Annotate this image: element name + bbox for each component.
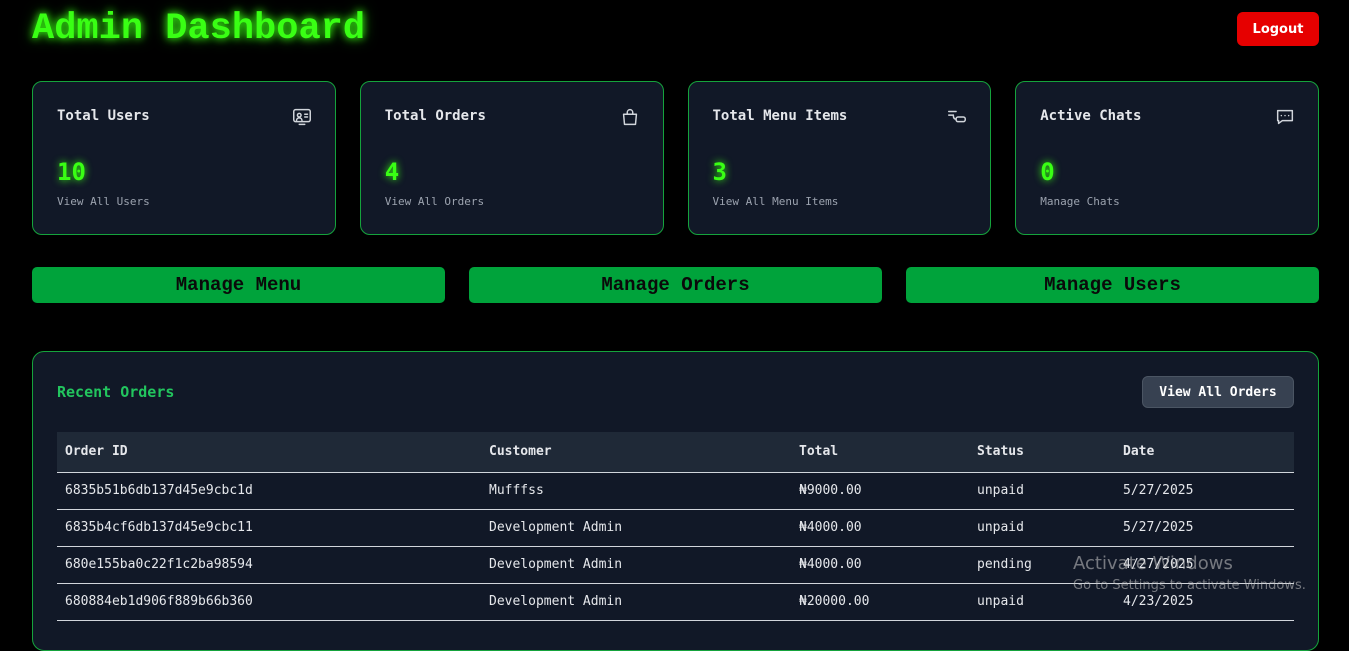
order-id-cell: 6835b51b6db137d45e9cbc1d — [57, 472, 481, 510]
chat-icon — [1274, 106, 1296, 128]
total-cell: ₦20000.00 — [791, 583, 969, 621]
customer-cell: Development Admin — [481, 509, 791, 547]
users-screen-icon — [291, 106, 313, 128]
column-header-status: Status — [969, 432, 1115, 473]
status-cell: unpaid — [969, 509, 1115, 547]
logout-button[interactable]: Logout — [1237, 12, 1319, 46]
column-header-date: Date — [1115, 432, 1294, 473]
customer-cell: Development Admin — [481, 546, 791, 584]
table-row[interactable]: 680e155ba0c22f1c2ba98594 Development Adm… — [57, 546, 1294, 584]
manage-users-button[interactable]: Manage Users — [906, 267, 1319, 303]
stat-card-value: 4 — [384, 158, 400, 186]
view-all-menu-items-link[interactable]: View All Menu Items — [713, 195, 839, 208]
column-header-order-id: Order ID — [57, 432, 481, 473]
shopping-bag-icon — [619, 106, 641, 128]
stat-card-label: Total Menu Items — [712, 108, 848, 124]
stat-card-label: Active Chats — [1040, 108, 1142, 124]
date-cell: 4/23/2025 — [1115, 583, 1294, 621]
table-row[interactable]: 6835b51b6db137d45e9cbc1d Mufffss ₦9000.0… — [57, 472, 1294, 510]
total-cell: ₦4000.00 — [791, 546, 969, 584]
recent-orders-panel: Recent Orders View All Orders Order ID C… — [32, 351, 1319, 651]
stats-cards: Total Users 10 View All Users Total Orde… — [32, 81, 1319, 235]
stat-card-total-menu-items: Total Menu Items 3 View All Menu Items — [687, 81, 992, 235]
status-cell: pending — [969, 546, 1115, 584]
date-cell: 4/27/2025 — [1115, 546, 1294, 584]
stat-card-total-users: Total Users 10 View All Users — [32, 81, 336, 235]
column-header-customer: Customer — [481, 432, 791, 473]
menu-items-icon — [946, 106, 968, 128]
order-id-cell: 6835b4cf6db137d45e9cbc11 — [57, 509, 481, 547]
date-cell: 5/27/2025 — [1115, 509, 1294, 547]
view-all-orders-button[interactable]: View All Orders — [1142, 376, 1294, 408]
manage-chats-link[interactable]: Manage Chats — [1040, 195, 1119, 208]
order-id-cell: 680884eb1d906f889b66b360 — [57, 583, 481, 621]
status-cell: unpaid — [969, 583, 1115, 621]
view-all-orders-link[interactable]: View All Orders — [385, 195, 484, 208]
orders-table: Order ID Customer Total Status Date 6835… — [57, 432, 1294, 621]
header: Admin Dashboard Logout — [32, 8, 1319, 52]
manage-menu-button[interactable]: Manage Menu — [32, 267, 445, 303]
view-all-users-link[interactable]: View All Users — [57, 195, 150, 208]
date-cell: 5/27/2025 — [1115, 472, 1294, 510]
order-id-cell: 680e155ba0c22f1c2ba98594 — [57, 546, 481, 584]
stat-card-value: 10 — [57, 158, 86, 186]
stat-card-total-orders: Total Orders 4 View All Orders — [359, 81, 664, 235]
table-row[interactable]: 6835b4cf6db137d45e9cbc11 Development Adm… — [57, 509, 1294, 547]
recent-orders-title: Recent Orders — [57, 383, 175, 401]
stat-card-active-chats: Active Chats 0 Manage Chats — [1015, 81, 1319, 235]
table-header-row: Order ID Customer Total Status Date — [57, 432, 1294, 473]
stat-card-label: Total Users — [57, 108, 150, 124]
stat-card-label: Total Orders — [384, 108, 486, 124]
quick-actions: Manage Menu Manage Orders Manage Users — [32, 267, 1319, 303]
stat-card-value: 3 — [712, 158, 727, 186]
total-cell: ₦9000.00 — [791, 472, 969, 510]
customer-cell: Mufffss — [481, 472, 791, 510]
stat-card-value: 0 — [1040, 158, 1055, 186]
manage-orders-button[interactable]: Manage Orders — [469, 267, 882, 303]
customer-cell: Development Admin — [481, 583, 791, 621]
table-row[interactable]: 680884eb1d906f889b66b360 Development Adm… — [57, 583, 1294, 621]
column-header-total: Total — [791, 432, 969, 473]
status-cell: unpaid — [969, 472, 1115, 510]
total-cell: ₦4000.00 — [791, 509, 969, 547]
page-title: Admin Dashboard — [32, 8, 366, 50]
